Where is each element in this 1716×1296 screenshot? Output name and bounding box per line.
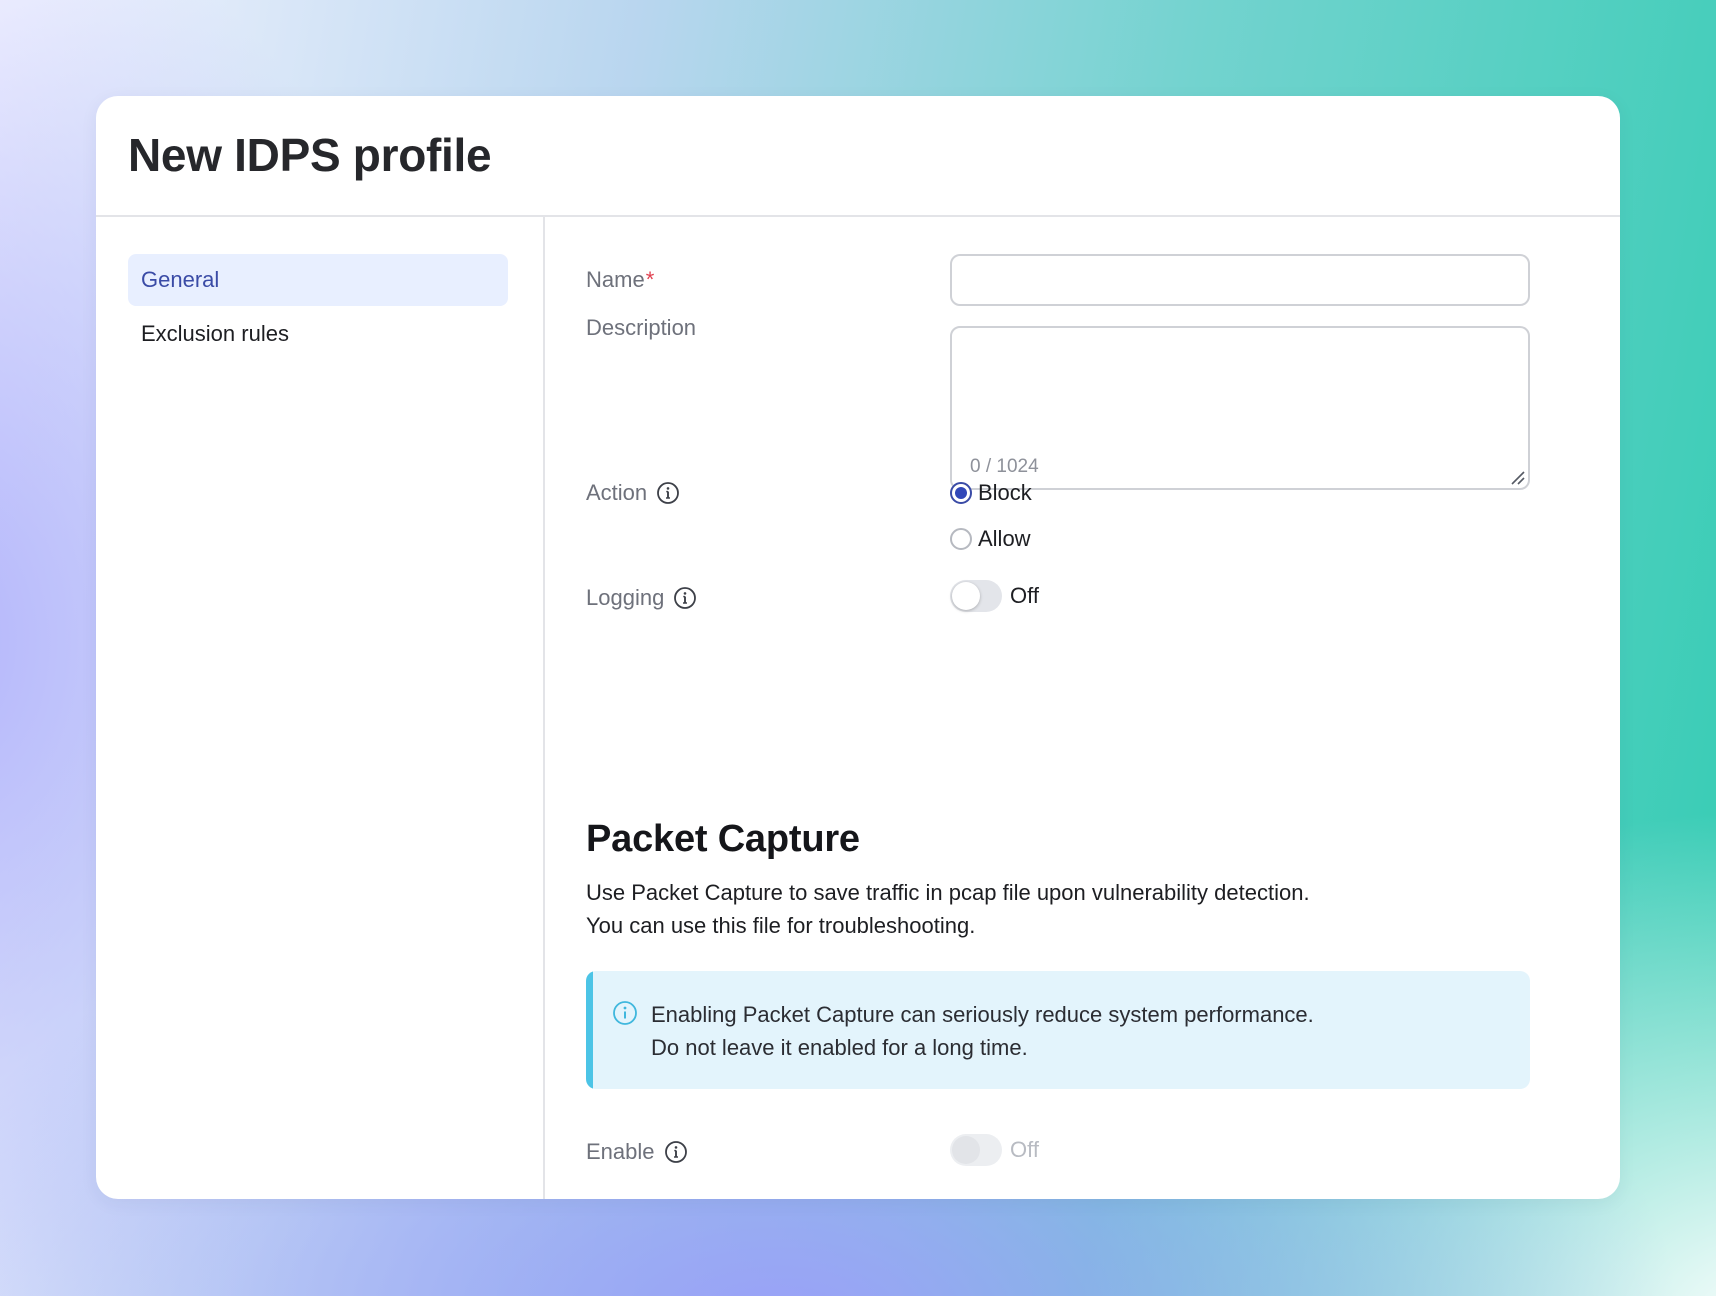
name-label: Name *: [586, 265, 654, 295]
sidebar-item-exclusion-rules[interactable]: Exclusion rules: [128, 308, 508, 360]
description-line-1: Use Packet Capture to save traffic in pc…: [586, 880, 1310, 905]
enable-label-text: Enable: [586, 1139, 655, 1164]
packet-capture-description: Use Packet Capture to save traffic in pc…: [586, 876, 1486, 942]
alert-message: Enabling Packet Capture can seriously re…: [651, 998, 1314, 1064]
action-option-block[interactable]: Block: [950, 478, 1032, 508]
logging-label-text: Logging: [586, 585, 665, 610]
packet-capture-title: Packet Capture: [586, 818, 860, 860]
form-content: Name * Description 0 / 1024 Action Block…: [546, 217, 1620, 1199]
info-icon[interactable]: [664, 1140, 688, 1164]
sidebar: General Exclusion rules: [96, 217, 545, 1199]
alert-line-1: Enabling Packet Capture can seriously re…: [651, 1002, 1314, 1027]
name-input[interactable]: [950, 254, 1530, 306]
alert-accent-bar: [586, 971, 593, 1089]
logging-toggle[interactable]: [950, 580, 1002, 612]
description-field[interactable]: 0 / 1024: [950, 326, 1530, 490]
action-label: Action: [586, 478, 680, 508]
enable-toggle-row: Off: [950, 1134, 1039, 1166]
description-line-2: You can use this file for troubleshootin…: [586, 913, 976, 938]
sidebar-item-general[interactable]: General: [128, 254, 508, 306]
toggle-knob: [952, 582, 980, 610]
action-label-text: Action: [586, 480, 648, 505]
action-option-allow[interactable]: Allow: [950, 524, 1031, 554]
radio-button-allow[interactable]: [950, 528, 972, 550]
name-label-text: Name: [586, 267, 645, 292]
logging-state-label: Off: [1010, 583, 1039, 608]
description-label-text: Description: [586, 315, 697, 340]
performance-warning-alert: Enabling Packet Capture can seriously re…: [586, 971, 1530, 1089]
enable-packet-capture-toggle: [950, 1134, 1002, 1166]
action-option-block-label: Block: [978, 480, 1032, 505]
page-title: New IDPS profile: [128, 129, 492, 181]
description-label: Description: [586, 313, 696, 343]
enable-label: Enable: [586, 1137, 688, 1167]
description-textarea[interactable]: [952, 328, 1528, 452]
required-mark: *: [645, 267, 655, 292]
resize-handle-icon[interactable]: [1509, 469, 1525, 485]
profile-dialog: New IDPS profile General Exclusion rules…: [96, 96, 1620, 1199]
logging-label: Logging: [586, 583, 697, 613]
logging-toggle-row: Off: [950, 580, 1039, 612]
toggle-knob: [952, 1136, 980, 1164]
action-option-allow-label: Allow: [978, 526, 1031, 551]
alert-line-2: Do not leave it enabled for a long time.: [651, 1035, 1028, 1060]
info-icon: [613, 1001, 637, 1025]
info-icon[interactable]: [673, 586, 697, 610]
dialog-header: New IDPS profile: [96, 96, 1620, 217]
info-icon[interactable]: [656, 481, 680, 505]
char-counter: 0 / 1024: [970, 456, 1039, 477]
radio-button-block[interactable]: [950, 482, 972, 504]
enable-state-label: Off: [1010, 1137, 1039, 1162]
